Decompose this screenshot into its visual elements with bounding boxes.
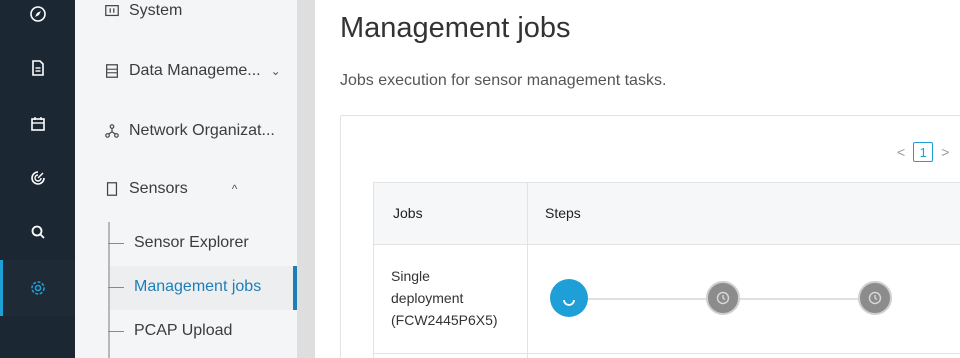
- sidebar-subitem-sensor-explorer[interactable]: Sensor Explorer: [108, 234, 249, 252]
- table-row[interactable]: Single deployment (FCW2445P6X5): [391, 265, 498, 331]
- chevron-up-icon: ^: [231, 182, 238, 196]
- table-header: Jobs Steps: [374, 183, 960, 245]
- spinner-icon: [563, 299, 575, 306]
- header-steps: Steps: [545, 205, 581, 221]
- job-name-line: (FCW2445P6X5): [391, 312, 498, 328]
- sidebar-item-label: Network Organizat...: [129, 122, 275, 139]
- data-icon: [103, 62, 121, 80]
- header-jobs: Jobs: [393, 205, 423, 221]
- page-title: Management jobs: [340, 12, 571, 44]
- pager-page-button[interactable]: 1: [913, 142, 934, 162]
- jobs-table: Jobs Steps Single deployment (FCW2445P6X…: [373, 182, 960, 358]
- search-icon: [31, 225, 45, 239]
- clock-icon: [868, 291, 882, 305]
- network-icon: [103, 122, 121, 140]
- sidebar-scrollbar[interactable]: [297, 0, 315, 358]
- sidebar-subitem-label: Sensor Explorer: [134, 234, 249, 251]
- sidebar-item-label: Data Manageme...: [129, 62, 261, 79]
- step-in-progress[interactable]: [550, 279, 588, 317]
- pager-next-button[interactable]: >: [941, 144, 949, 160]
- sidebar-item-system[interactable]: System: [103, 2, 182, 20]
- sidebar-item-label: System: [129, 2, 183, 19]
- pagination: < 1 >: [897, 142, 949, 162]
- job-name-line: Single: [391, 268, 430, 284]
- icon-rail: [0, 0, 75, 358]
- pager-prev-button[interactable]: <: [897, 144, 905, 160]
- rail-item-calendar[interactable]: [0, 96, 75, 152]
- sidebar-item-sensors[interactable]: Sensors ^: [103, 180, 237, 198]
- rail-item-monitoring[interactable]: [0, 150, 75, 206]
- rail-item-explore[interactable]: [0, 0, 75, 42]
- page-subtitle: Jobs execution for sensor management tas…: [340, 72, 667, 89]
- sidebar-item-data-management[interactable]: Data Manageme... ⌄: [103, 62, 281, 80]
- sidebar-subitem-management-jobs[interactable]: Management jobs: [108, 278, 261, 296]
- job-name-line: deployment: [391, 290, 464, 306]
- system-icon: [103, 2, 121, 20]
- gear-icon: [30, 281, 45, 295]
- compass-icon: [29, 6, 46, 22]
- sidebar-subitem-label: PCAP Upload: [134, 322, 233, 339]
- rail-item-reports[interactable]: [0, 40, 75, 96]
- sensor-icon: [103, 180, 121, 198]
- clock-icon: [716, 291, 730, 305]
- step-pending[interactable]: [858, 281, 892, 315]
- rail-item-admin[interactable]: [0, 260, 75, 316]
- chevron-down-icon: ⌄: [270, 64, 281, 78]
- document-icon: [31, 60, 44, 76]
- sidebar-item-label: Sensors: [129, 180, 188, 197]
- sidebar-subitem-pcap-upload[interactable]: PCAP Upload: [108, 322, 232, 340]
- step-pending[interactable]: [706, 281, 740, 315]
- sidebar-subitem-label: Management jobs: [134, 278, 262, 295]
- sidebar-item-network-organization[interactable]: Network Organizat...: [103, 122, 275, 140]
- radar-icon: [30, 171, 45, 185]
- rail-item-search[interactable]: [0, 204, 75, 260]
- calendar-icon: [30, 117, 45, 131]
